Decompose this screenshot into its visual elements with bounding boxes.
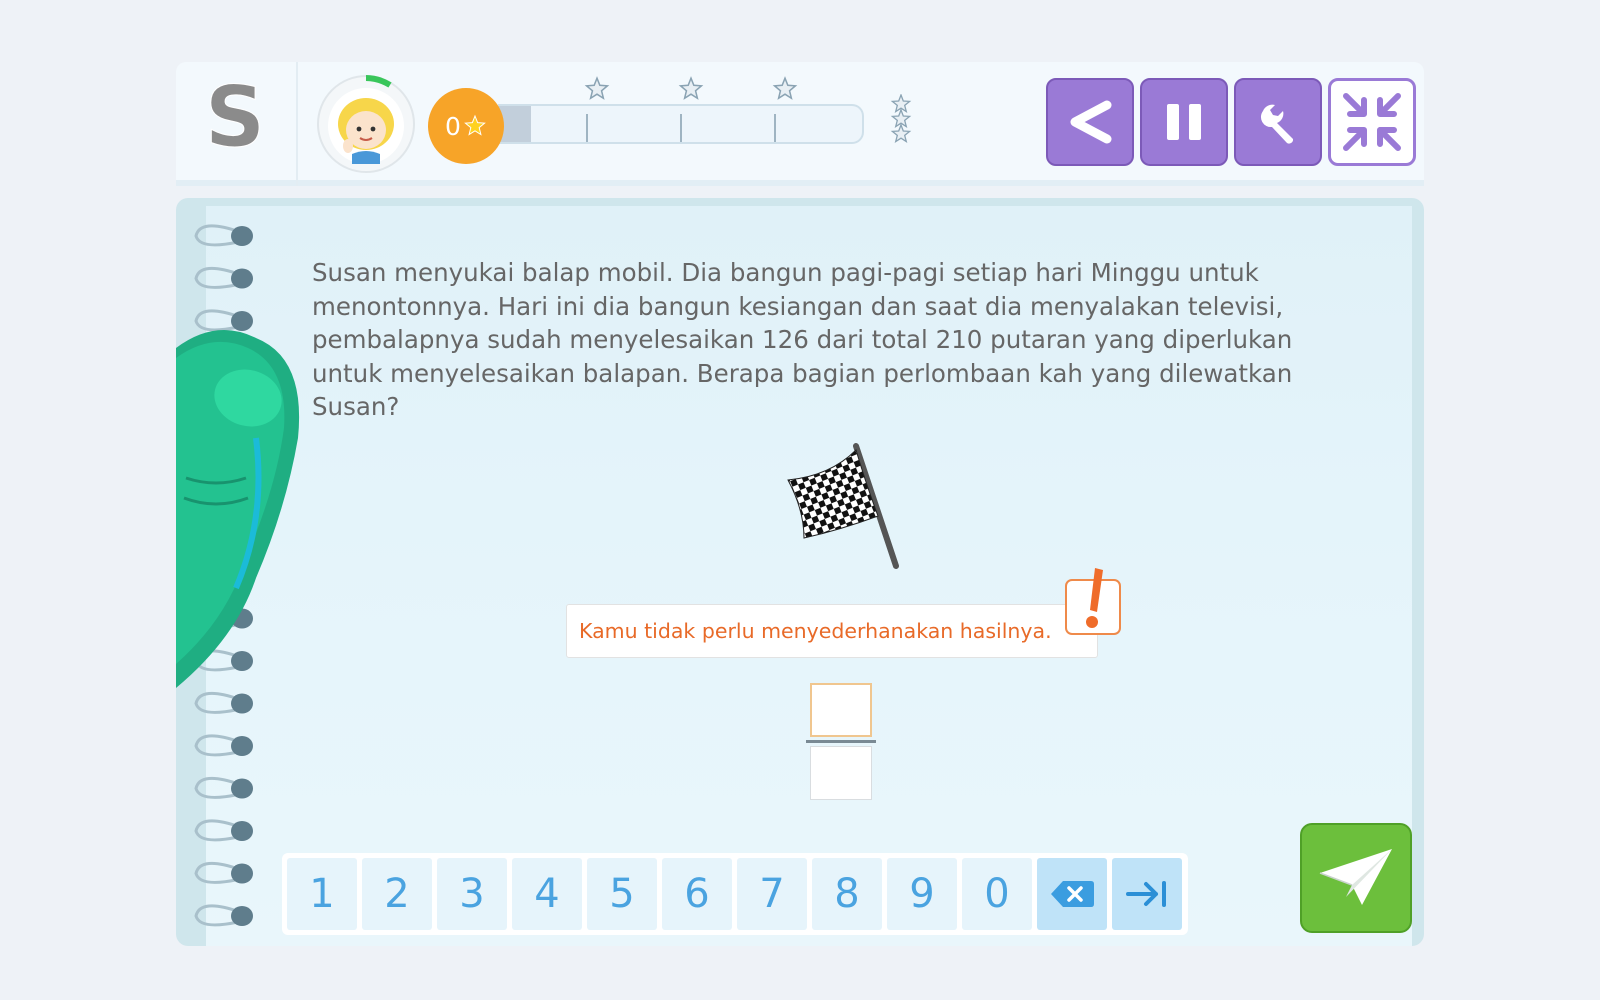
binding-ring bbox=[194, 819, 253, 842]
key-6[interactable]: 6 bbox=[662, 858, 732, 930]
denominator-input[interactable] bbox=[810, 746, 872, 800]
star-icon bbox=[464, 114, 486, 136]
binding-ring bbox=[194, 777, 253, 799]
avatar-icon bbox=[317, 75, 415, 173]
svg-text:S: S bbox=[205, 80, 266, 164]
key-0[interactable]: 0 bbox=[962, 858, 1032, 930]
wrench-icon bbox=[1260, 104, 1294, 144]
key-5[interactable]: 5 bbox=[587, 858, 657, 930]
binding-ring bbox=[194, 904, 253, 927]
key-1[interactable]: 1 bbox=[287, 858, 357, 930]
progress-divider bbox=[680, 114, 682, 142]
progress-bar bbox=[498, 104, 864, 144]
logo-area: S bbox=[176, 62, 298, 186]
binding-ring bbox=[194, 224, 253, 247]
minimize-button[interactable] bbox=[1328, 78, 1416, 166]
progress-star-icon bbox=[678, 76, 704, 100]
pause-button[interactable] bbox=[1140, 78, 1228, 166]
progress-star-icon bbox=[772, 76, 798, 100]
progress-divider bbox=[774, 114, 776, 142]
avatar[interactable] bbox=[316, 74, 416, 174]
progress-star-icon bbox=[584, 76, 610, 100]
key-2[interactable]: 2 bbox=[362, 858, 432, 930]
question-text: Susan menyukai balap mobil. Dia bangun p… bbox=[312, 258, 1293, 421]
progress-divider bbox=[586, 114, 588, 142]
key-9[interactable]: 9 bbox=[887, 858, 957, 930]
tab-next-icon bbox=[1126, 881, 1166, 907]
binding-ring bbox=[194, 734, 253, 757]
app-logo: S bbox=[204, 80, 266, 164]
thumb-icon bbox=[176, 330, 300, 688]
hint-text: Kamu tidak perlu menyederhanakan hasilny… bbox=[579, 619, 1052, 643]
coin-count: 0 bbox=[445, 111, 461, 141]
backspace-button[interactable] bbox=[1037, 858, 1107, 930]
backspace-icon bbox=[1051, 881, 1094, 907]
paper-plane-icon bbox=[1319, 849, 1392, 905]
key-3[interactable]: 3 bbox=[437, 858, 507, 930]
binding-ring bbox=[194, 267, 253, 289]
tab-next-button[interactable] bbox=[1112, 858, 1182, 930]
hint-box: Kamu tidak perlu menyederhanakan hasilny… bbox=[566, 604, 1098, 658]
top-bar: S 0 bbox=[176, 62, 1424, 186]
pause-icon bbox=[1167, 104, 1201, 140]
binding-ring bbox=[194, 692, 253, 714]
number-keypad: 1 2 3 4 5 6 7 8 9 0 bbox=[282, 853, 1188, 935]
key-8[interactable]: 8 bbox=[812, 858, 882, 930]
back-button[interactable] bbox=[1046, 78, 1134, 166]
stacked-stars-icon bbox=[890, 94, 912, 144]
collapse-icon bbox=[1343, 93, 1401, 151]
binding-ring bbox=[194, 862, 253, 884]
key-7[interactable]: 7 bbox=[737, 858, 807, 930]
checkered-flag-icon bbox=[787, 443, 899, 569]
key-4[interactable]: 4 bbox=[512, 858, 582, 930]
settings-button[interactable] bbox=[1234, 78, 1322, 166]
numerator-input[interactable] bbox=[810, 683, 872, 737]
exclamation-icon bbox=[1065, 568, 1121, 635]
coin-counter: 0 bbox=[428, 88, 504, 164]
fraction-bar bbox=[806, 740, 876, 743]
back-arrow-icon bbox=[1070, 100, 1112, 144]
submit-button[interactable] bbox=[1300, 823, 1412, 933]
